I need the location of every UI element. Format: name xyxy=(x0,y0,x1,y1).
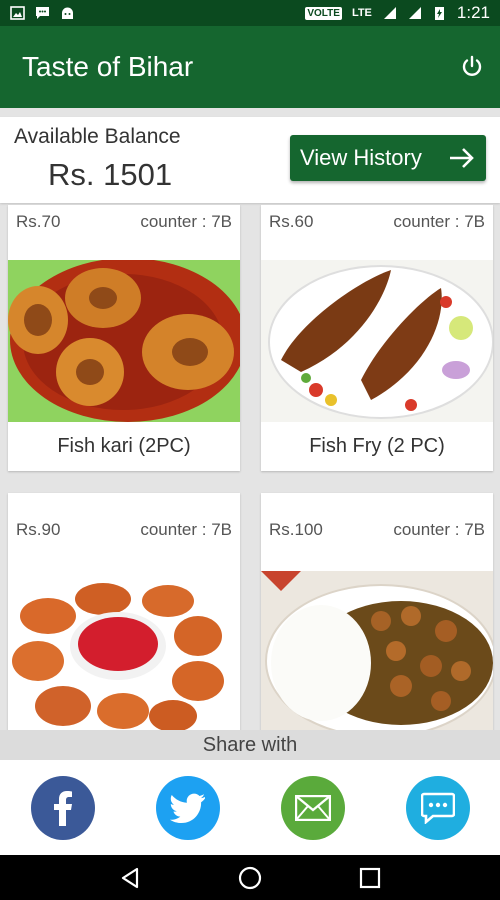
system-icons: VOLTE LTE 1:21 xyxy=(305,3,490,23)
menu-item-counter: counter : 7B xyxy=(140,212,232,231)
signal-icon xyxy=(383,7,396,19)
menu-item-price: Rs.90 xyxy=(16,520,61,539)
nav-recents-button[interactable] xyxy=(355,863,385,893)
menu-item-header: Rs.70 counter : 7B xyxy=(8,205,240,241)
menu-item-counter: counter : 7B xyxy=(393,520,485,539)
view-history-button[interactable]: View History xyxy=(290,135,486,181)
share-message-button[interactable] xyxy=(405,775,470,840)
menu-grid: Rs.70 counter : 7B Fish kari (2PC) Rs.60 xyxy=(0,205,500,730)
notification-icons xyxy=(10,6,75,20)
email-icon xyxy=(294,794,331,821)
menu-item-card[interactable]: Rs.70 counter : 7B Fish kari (2PC) xyxy=(8,205,240,471)
menu-item-header: Rs.60 counter : 7B xyxy=(261,205,493,241)
share-twitter-button[interactable] xyxy=(155,775,220,840)
wifi-signal-icon xyxy=(408,7,421,19)
menu-item-name: Fish Fry (2 PC) xyxy=(309,435,445,457)
back-icon xyxy=(121,867,139,888)
arrow-right-icon xyxy=(450,148,474,168)
system-nav-bar xyxy=(0,855,500,900)
power-icon xyxy=(462,55,482,76)
food-image xyxy=(261,260,493,422)
power-button[interactable] xyxy=(458,53,486,81)
menu-item-price: Rs.100 xyxy=(269,520,323,539)
menu-item-price: Rs.70 xyxy=(16,212,61,231)
share-email-button[interactable] xyxy=(280,775,345,840)
menu-item-counter: counter : 7B xyxy=(393,212,485,231)
app-bar: Taste of Bihar xyxy=(0,26,500,108)
network-type: LTE xyxy=(351,7,372,19)
recents-icon xyxy=(359,867,381,888)
share-facebook-button[interactable] xyxy=(30,775,95,840)
food-image xyxy=(8,260,240,422)
volte-badge: VOLTE xyxy=(305,6,342,20)
food-image xyxy=(8,571,240,730)
message-icon xyxy=(420,792,455,824)
balance-label: Available Balance xyxy=(14,125,181,148)
nav-back-button[interactable] xyxy=(115,863,145,893)
menu-item-card[interactable]: Rs.100 counter : 7B xyxy=(261,493,493,730)
chat-icon xyxy=(36,7,49,19)
food-image xyxy=(261,571,493,730)
android-icon xyxy=(62,7,73,19)
menu-item-name: Fish kari (2PC) xyxy=(57,435,191,457)
app-title: Taste of Bihar xyxy=(22,51,194,82)
battery-icon xyxy=(434,7,444,20)
home-icon xyxy=(238,866,262,889)
image-icon xyxy=(10,6,25,20)
menu-item-card[interactable]: Rs.60 counter : 7B Fish Fry (2 PC) xyxy=(261,205,493,471)
share-label: Share with xyxy=(0,730,500,760)
clock: 1:21 xyxy=(456,3,490,22)
status-bar: VOLTE LTE 1:21 xyxy=(0,0,500,26)
nav-home-button[interactable] xyxy=(235,863,265,893)
facebook-icon xyxy=(53,790,72,826)
view-history-label: View History xyxy=(300,145,422,170)
twitter-icon xyxy=(169,793,205,823)
menu-item-header: Rs.100 counter : 7B xyxy=(261,493,493,563)
share-panel xyxy=(0,760,500,855)
balance-card: Available Balance Rs. 1501 View History xyxy=(0,117,500,203)
menu-item-counter: counter : 7B xyxy=(140,520,232,539)
menu-item-header: Rs.90 counter : 7B xyxy=(8,493,240,563)
balance-value: Rs. 1501 xyxy=(48,157,173,192)
menu-item-price: Rs.60 xyxy=(269,212,314,231)
menu-item-card[interactable]: Rs.90 counter : 7B xyxy=(8,493,240,730)
